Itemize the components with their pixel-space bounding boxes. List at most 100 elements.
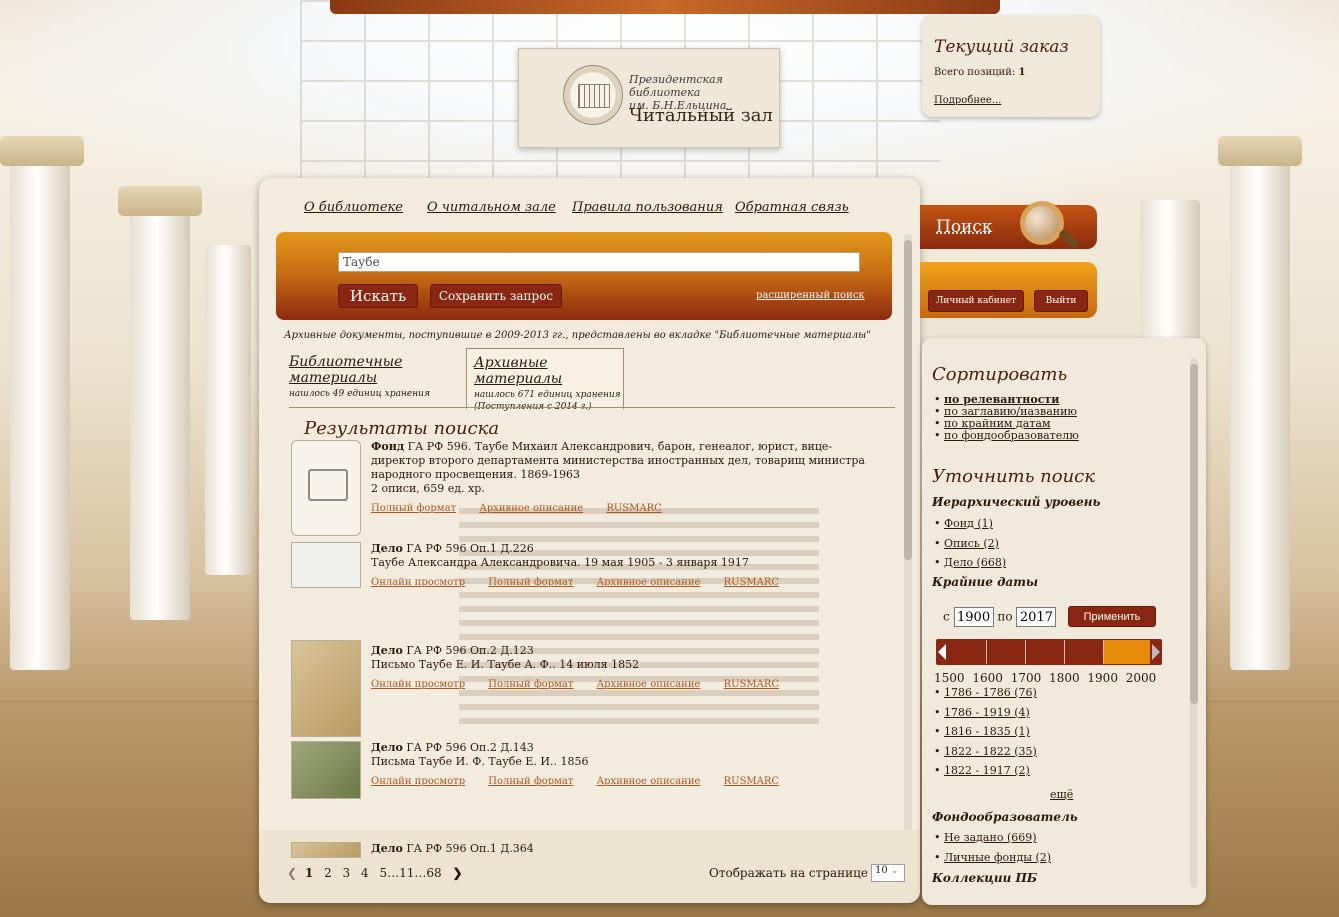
facet-opis[interactable]: Опись (2) bbox=[944, 537, 999, 550]
result-extra: 2 описи, 659 ед. хр. bbox=[371, 482, 485, 495]
rusmarc-link[interactable]: RUSMARC bbox=[724, 679, 779, 690]
result-links: Онлайн просмотр Полный формат Архивное о… bbox=[371, 576, 886, 590]
date-range-link[interactable]: 1786 - 1786 (76) bbox=[944, 686, 1037, 699]
tab-library-materials[interactable]: Библиотечные материалы нашлось 49 единиц… bbox=[289, 354, 469, 404]
facet-personal-fonds[interactable]: Личные фонды (2) bbox=[944, 851, 1051, 864]
facet-item[interactable]: Не задано (669) bbox=[934, 828, 1051, 848]
archive-description-link[interactable]: Архивное описание bbox=[597, 577, 701, 588]
search-tab-label[interactable]: Поиск bbox=[936, 217, 993, 237]
sort-option[interactable]: по фондообразователю bbox=[934, 430, 1079, 442]
apply-dates-button[interactable]: Применить bbox=[1068, 606, 1156, 627]
full-format-link[interactable]: Полный формат bbox=[488, 776, 573, 787]
personal-cabinet-button[interactable]: Личный кабинет bbox=[928, 290, 1024, 312]
facet-item[interactable]: Фонд (1) bbox=[934, 514, 1006, 534]
column-capital-left-2 bbox=[0, 136, 84, 166]
order-more-link[interactable]: Подробнее... bbox=[934, 95, 1001, 106]
slider-selected-range[interactable] bbox=[1104, 640, 1150, 664]
more-dates-link[interactable]: ещё bbox=[1050, 788, 1073, 801]
result-kind: Дело bbox=[371, 741, 403, 754]
result-thumbnail[interactable] bbox=[291, 542, 361, 588]
result-text: Дело ГА РФ 596 Оп.2 Д.123 Письмо Таубе Е… bbox=[371, 644, 886, 692]
logout-button[interactable]: Выйти bbox=[1034, 290, 1088, 312]
search-button[interactable]: Искать bbox=[338, 284, 418, 308]
search-bar: Искать Сохранить запрос расширенный поис… bbox=[276, 232, 892, 320]
tab-archive-materials-label[interactable]: Архивные материалы bbox=[474, 355, 623, 387]
search-input[interactable] bbox=[338, 252, 860, 272]
tab-library-materials-count: нашлось 49 единиц хранения bbox=[289, 389, 430, 399]
results-scrollbar-thumb[interactable] bbox=[904, 240, 912, 560]
online-view-link[interactable]: Онлайн просмотр bbox=[371, 679, 465, 690]
nav-feedback[interactable]: Обратная связь bbox=[735, 200, 849, 215]
facet-fond[interactable]: Фонд (1) bbox=[944, 517, 993, 530]
collections-title: Коллекции ПБ bbox=[932, 871, 1038, 885]
full-format-link[interactable]: Полный формат bbox=[371, 503, 456, 514]
result-title: ГА РФ 596 Оп.1 Д.364 bbox=[406, 842, 534, 855]
facet-item[interactable]: Дело (668) bbox=[934, 553, 1006, 573]
facet-creator-unset[interactable]: Не задано (669) bbox=[944, 831, 1037, 844]
search-tab[interactable]: Поиск bbox=[920, 201, 1097, 250]
facet-item[interactable]: 1822 - 1822 (35) bbox=[934, 742, 1037, 762]
per-page-select[interactable]: 10 ⌄ bbox=[871, 864, 905, 882]
page-number[interactable]: 5…11…68 bbox=[379, 866, 441, 880]
date-range-link[interactable]: 1822 - 1917 (2) bbox=[944, 764, 1030, 777]
result-title: ГА РФ 596 Оп.1 Д.226 bbox=[406, 542, 534, 555]
page-number[interactable]: 2 bbox=[324, 866, 332, 880]
logo-panel[interactable]: Президентская библиотека им. Б.Н.Ельцина… bbox=[518, 48, 780, 148]
magnifier-handle-icon bbox=[1058, 228, 1080, 250]
date-range-link[interactable]: 1822 - 1822 (35) bbox=[944, 745, 1037, 758]
result-extra: Письмо Таубе Е. И. Таубе А. Ф.. 14 июля … bbox=[371, 658, 640, 671]
result-title: ГА РФ 596 Оп.2 Д.143 bbox=[406, 741, 534, 754]
chevron-down-icon: ⌄ bbox=[890, 866, 899, 876]
archive-description-link[interactable]: Архивное описание bbox=[597, 679, 701, 690]
facet-item[interactable]: Личные фонды (2) bbox=[934, 848, 1051, 868]
facet-item[interactable]: 1786 - 1786 (76) bbox=[934, 683, 1037, 703]
result-text: Дело ГА РФ 596 Оп.2 Д.143 Письма Таубе И… bbox=[371, 741, 886, 789]
sidebar-scrollbar-thumb[interactable] bbox=[1190, 364, 1198, 704]
date-range-link[interactable]: 1786 - 1919 (4) bbox=[944, 706, 1030, 719]
sort-options: по релевантности по заглавию/названию по… bbox=[934, 394, 1079, 442]
nav-about-library[interactable]: О библиотеке bbox=[304, 200, 403, 215]
result-kind: Дело bbox=[371, 644, 403, 657]
date-to-input[interactable] bbox=[1016, 607, 1057, 627]
rusmarc-link[interactable]: RUSMARC bbox=[724, 577, 779, 588]
date-range-link[interactable]: 1816 - 1835 (1) bbox=[944, 725, 1030, 738]
next-page-icon[interactable]: ❯ bbox=[453, 866, 463, 880]
online-view-link[interactable]: Онлайн просмотр bbox=[371, 577, 465, 588]
page-number[interactable]: 1 bbox=[305, 866, 313, 880]
rusmarc-link[interactable]: RUSMARC bbox=[724, 776, 779, 787]
archive-description-link[interactable]: Архивное описание bbox=[597, 776, 701, 787]
facet-item[interactable]: 1816 - 1835 (1) bbox=[934, 722, 1037, 742]
result-thumbnail[interactable] bbox=[291, 640, 361, 737]
full-format-link[interactable]: Полный формат bbox=[488, 679, 573, 690]
sort-creator[interactable]: по фондообразователю bbox=[944, 429, 1079, 442]
online-view-link[interactable]: Онлайн просмотр bbox=[371, 776, 465, 787]
tab-archive-materials-count: нашлось 671 единиц хранения bbox=[474, 390, 621, 400]
result-links: Онлайн просмотр Полный формат Архивное о… bbox=[371, 775, 886, 789]
slider-right-arrow-icon[interactable] bbox=[1152, 644, 1160, 660]
rusmarc-link[interactable]: RUSMARC bbox=[606, 503, 661, 514]
tab-archive-materials[interactable]: Архивные материалы нашлось 671 единиц хр… bbox=[466, 348, 624, 412]
advanced-search-link[interactable]: расширенный поиск bbox=[756, 290, 865, 301]
result-title: ГА РФ 596 Оп.2 Д.123 bbox=[406, 644, 534, 657]
library-emblem-icon bbox=[563, 65, 623, 125]
result-thumbnail[interactable] bbox=[291, 842, 361, 858]
facet-item[interactable]: Опись (2) bbox=[934, 534, 1006, 554]
date-from-input[interactable] bbox=[953, 607, 994, 627]
result-thumbnail[interactable] bbox=[291, 440, 361, 536]
page-number[interactable]: 3 bbox=[343, 866, 351, 880]
page-number[interactable]: 4 bbox=[361, 866, 369, 880]
result-thumbnail[interactable] bbox=[291, 741, 361, 799]
column-capital-left-1 bbox=[118, 186, 202, 216]
facet-item[interactable]: 1786 - 1919 (4) bbox=[934, 703, 1037, 723]
tab-library-materials-label[interactable]: Библиотечные материалы bbox=[289, 354, 469, 386]
slider-left-arrow-icon[interactable] bbox=[938, 644, 946, 660]
prev-page-icon[interactable]: ❮ bbox=[287, 866, 297, 880]
facet-delo[interactable]: Дело (668) bbox=[944, 556, 1006, 569]
facet-item[interactable]: 1822 - 1917 (2) bbox=[934, 761, 1037, 781]
nav-rules[interactable]: Правила пользования bbox=[572, 200, 723, 215]
archive-description-link[interactable]: Архивное описание bbox=[479, 503, 583, 514]
nav-about-reading-room[interactable]: О читальном зале bbox=[427, 200, 556, 215]
date-range-slider[interactable] bbox=[936, 639, 1162, 665]
save-query-button[interactable]: Сохранить запрос bbox=[430, 284, 562, 308]
full-format-link[interactable]: Полный формат bbox=[488, 577, 573, 588]
